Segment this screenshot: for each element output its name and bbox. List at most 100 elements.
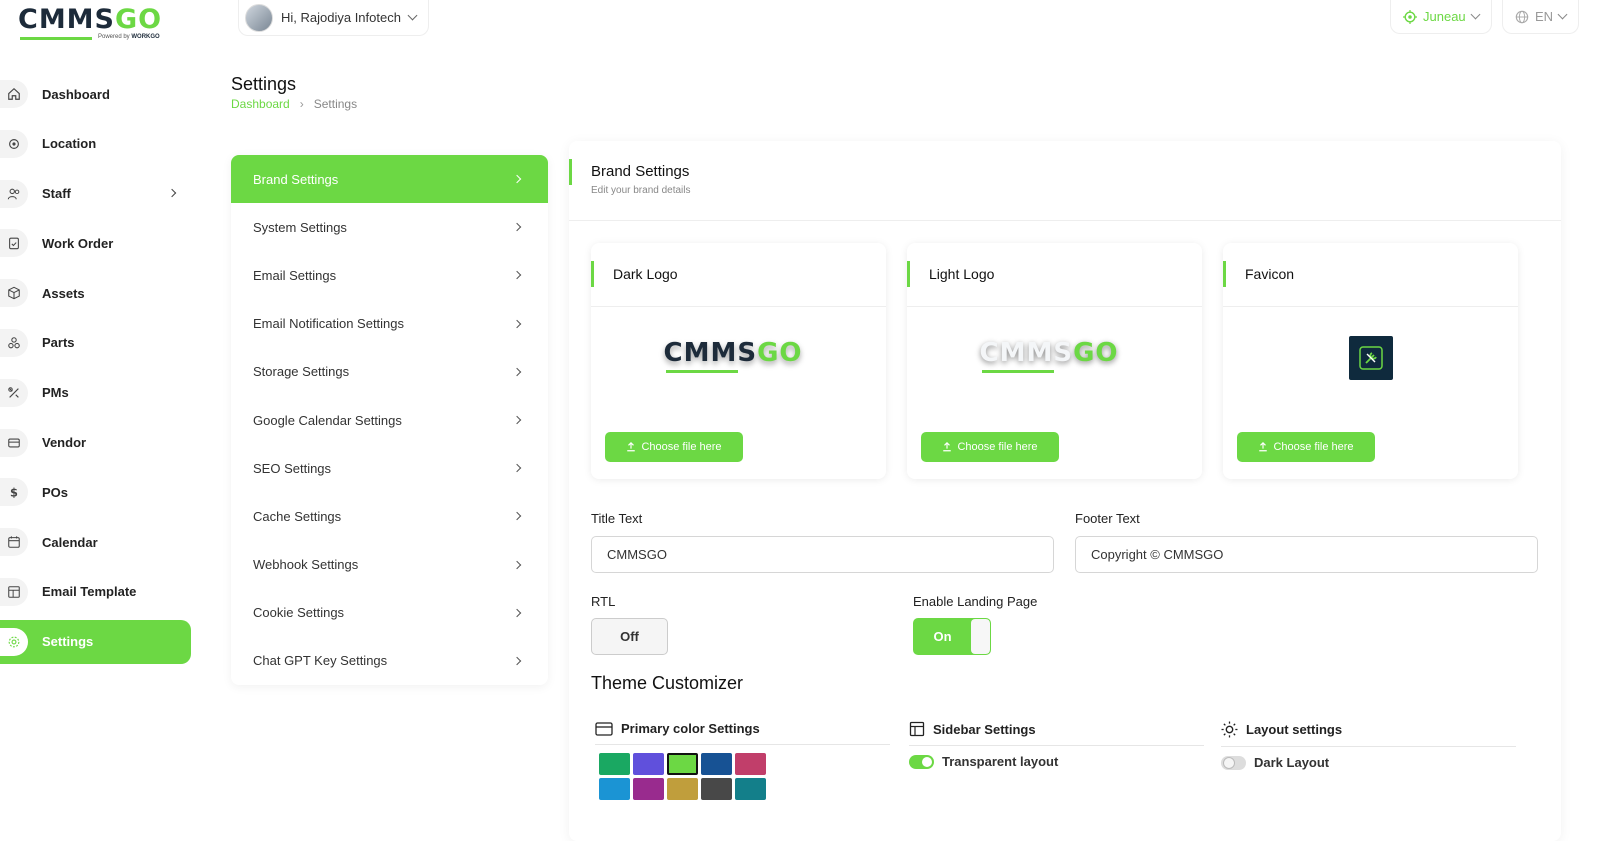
color-swatch[interactable] [735,778,766,800]
dark-logo-upload-button[interactable]: Choose file here [605,432,743,462]
sidebar-item-pos[interactable]: $ POs [0,470,191,514]
layout-settings: Layout settings Dark Layout [1221,721,1516,770]
tools-icon [0,378,28,407]
rtl-toggle[interactable]: Off [591,618,668,655]
calendar-icon [0,528,28,557]
logo-main-text: CMMS [18,4,115,35]
transparent-layout-switch[interactable] [909,754,934,769]
upload-icon [627,442,636,452]
favicon-box: Favicon Choose file here [1223,243,1518,479]
footer-text-label: Footer Text [1075,511,1140,526]
title-text-input[interactable]: CMMSGO [591,536,1054,573]
chevron-right-icon: › [299,97,304,111]
logo-underline [20,37,92,40]
sidebar-item-calendar[interactable]: Calendar [0,520,191,564]
app-logo[interactable]: CMMSGO Powered by WORKGO [18,4,168,40]
chevron-right-icon [512,271,522,280]
toggle-knob [971,619,990,654]
color-swatch[interactable] [599,753,630,775]
home-icon [0,80,28,108]
brand-settings-card: Brand Settings Edit your brand details D… [569,141,1561,841]
landing-page-toggle[interactable]: On [913,618,991,655]
location-selector[interactable]: Juneau [1390,0,1492,34]
theme-customizer-title: Theme Customizer [591,673,744,693]
light-logo-box: Light Logo CMMSGO Choose file here [907,243,1202,479]
color-swatch[interactable] [667,753,698,775]
settings-menu-item-seo[interactable]: SEO Settings [231,444,548,492]
color-swatch[interactable] [633,753,664,775]
chevron-right-icon [512,415,522,425]
avatar [245,3,273,32]
settings-menu-item-webhook[interactable]: Webhook Settings [231,541,548,589]
chevron-right-icon [512,608,522,617]
sidebar-item-label: Location [42,136,97,152]
toggle-state-label: On [933,629,952,644]
light-logo-upload-button[interactable]: Choose file here [921,432,1059,462]
card-header: Brand Settings Edit your brand details [569,141,1561,221]
color-swatch[interactable] [735,753,766,775]
sidebar: Dashboard Location Staff Work Order Asse… [0,72,195,670]
settings-menu-item-storage[interactable]: Storage Settings [231,348,548,396]
user-menu[interactable]: Hi, Rajodiya Infotech [238,0,429,36]
footer-text-input[interactable]: Copyright © CMMSGO [1075,536,1538,573]
settings-menu-item-google-calendar[interactable]: Google Calendar Settings [231,396,548,444]
gear-icon [0,627,28,656]
chevron-right-icon [512,463,522,473]
settings-menu-item-brand[interactable]: Brand Settings [231,155,548,204]
breadcrumb-current: Settings [313,97,358,111]
sidebar-item-label: Email Template [42,584,137,600]
top-bar: CMMSGO Powered by WORKGO Hi, Rajodiya In… [0,0,1600,44]
card-subtitle: Edit your brand details [591,185,691,196]
color-swatch[interactable] [633,778,664,800]
breadcrumb-home-link[interactable]: Dashboard [231,97,290,111]
chevron-right-icon [512,174,522,184]
sidebar-item-email-template[interactable]: Email Template [0,570,191,614]
settings-menu-item-email[interactable]: Email Settings [231,251,548,299]
language-selector[interactable]: EN [1502,0,1580,34]
sidebar-item-location[interactable]: Location [0,122,191,166]
settings-menu-item-email-notification[interactable]: Email Notification Settings [231,300,548,348]
settings-menu-item-cache[interactable]: Cache Settings [231,492,548,540]
dark-layout-label: Dark Layout [1254,755,1330,770]
credit-card-icon [595,721,613,736]
favicon-title: Favicon [1245,266,1295,282]
sidebar-item-work-order[interactable]: Work Order [0,221,191,265]
card-icon [0,428,28,457]
parts-icon [0,328,28,357]
color-swatch[interactable] [667,778,698,800]
primary-color-settings: Primary color Settings [595,721,890,800]
title-text-label: Title Text [591,511,643,526]
sidebar-item-label: PMs [42,385,69,401]
box-accent-bar [1223,261,1226,287]
chevron-down-icon [1557,9,1568,20]
chevron-right-icon [512,222,522,232]
sidebar-item-label: Parts [42,335,75,351]
sidebar-item-staff[interactable]: Staff [0,172,191,216]
color-swatch[interactable] [599,778,630,800]
sidebar-item-dashboard[interactable]: Dashboard [0,72,191,116]
chevron-right-icon [512,319,522,328]
light-logo-image: CMMSGO [980,338,1130,378]
sidebar-item-settings[interactable]: Settings [0,619,191,664]
light-logo-preview: CMMSGO [907,323,1202,393]
sidebar-item-label: Calendar [42,534,98,550]
color-swatch[interactable] [701,753,732,775]
landing-page-label: Enable Landing Page [913,594,1038,609]
sidebar-item-label: Dashboard [42,86,110,102]
settings-menu-item-cookie[interactable]: Cookie Settings [231,589,548,637]
sidebar-item-assets[interactable]: Assets [0,271,191,315]
dark-layout-switch[interactable] [1221,755,1246,770]
users-icon [0,179,28,208]
settings-menu-item-system[interactable]: System Settings [231,203,548,251]
sidebar-item-pms[interactable]: PMs [0,371,191,415]
chevron-right-icon [512,560,522,569]
upload-icon [943,442,952,452]
color-swatch[interactable] [701,778,732,800]
sidebar-item-parts[interactable]: Parts [0,321,191,365]
rtl-label: RTL [591,594,616,609]
favicon-upload-button[interactable]: Choose file here [1237,432,1375,462]
sidebar-item-vendor[interactable]: Vendor [0,421,191,465]
dark-logo-preview: CMMSGO [591,323,886,393]
chevron-right-icon [512,512,522,521]
settings-menu-item-chat-gpt[interactable]: Chat GPT Key Settings [231,637,548,685]
